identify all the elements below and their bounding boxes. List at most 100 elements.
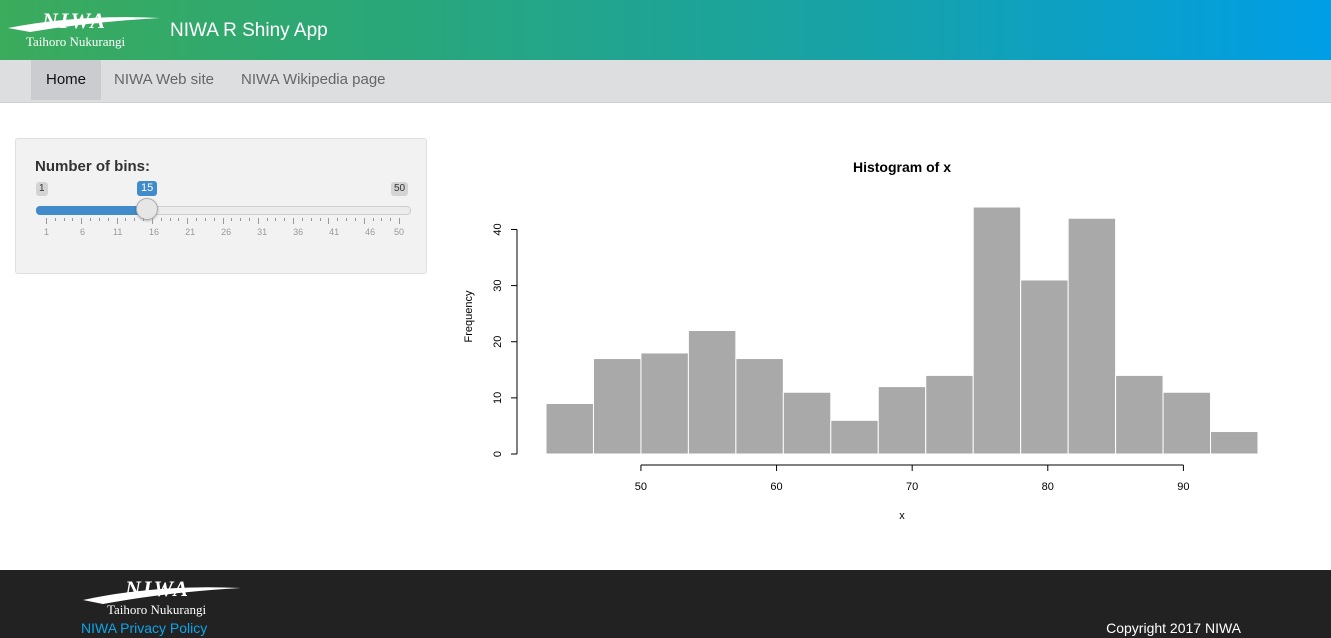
slider-minor-tick bbox=[301, 218, 303, 221]
slider-tick-label: 31 bbox=[257, 227, 268, 237]
slider-minor-tick bbox=[266, 218, 268, 221]
histogram-bar bbox=[735, 358, 784, 455]
slider-minor-tick bbox=[381, 218, 383, 221]
niwa-logo[interactable]: NIWA Taihoro Nukurangi bbox=[0, 0, 160, 60]
slider-minor-tick bbox=[90, 218, 92, 221]
slider-minor-tick bbox=[231, 218, 233, 221]
slider-tick-label: 46 bbox=[365, 227, 376, 237]
slider-minor-tick bbox=[257, 218, 259, 224]
slider-minor-tick bbox=[63, 218, 65, 221]
histogram-bar bbox=[1210, 431, 1259, 455]
footer: NIWA Taihoro Nukurangi NIWA Privacy Poli… bbox=[0, 570, 1331, 638]
footer-logo-text: NIWA bbox=[125, 576, 191, 601]
histogram-bar bbox=[877, 386, 927, 455]
x-tick-label: 60 bbox=[770, 481, 782, 493]
slider-minor-tick bbox=[204, 218, 206, 221]
slider-minor-tick bbox=[354, 218, 356, 221]
slider-min-label: 1 bbox=[36, 182, 48, 196]
histogram-plot: Histogram of x 50 60 70 80 90 x 0 10 20 30 40 Freque… bbox=[463, 159, 1259, 522]
histogram-bar bbox=[687, 330, 737, 455]
slider-minor-tick bbox=[248, 218, 250, 221]
slider-minor-tick bbox=[98, 218, 100, 221]
slider-minor-tick bbox=[328, 218, 330, 224]
slider-tick-label: 26 bbox=[221, 227, 232, 237]
slider-tick-label: 21 bbox=[185, 227, 196, 237]
slider-minor-tick bbox=[275, 218, 277, 221]
slider-minor-tick bbox=[196, 218, 198, 221]
slider-tick-label: 36 bbox=[293, 227, 304, 237]
slider-minor-tick bbox=[293, 218, 295, 224]
navbar: Home NIWA Web site NIWA Wikipedia page bbox=[0, 60, 1331, 103]
slider-value-label: 15 bbox=[137, 181, 158, 196]
slider-minor-tick bbox=[399, 218, 400, 224]
slider-minor-tick bbox=[222, 218, 224, 224]
histogram-bar bbox=[545, 402, 594, 455]
nav-niwa-web-site[interactable]: NIWA Web site bbox=[99, 60, 229, 100]
histogram-bar bbox=[972, 206, 1022, 455]
y-tick-label: 40 bbox=[492, 223, 504, 235]
slider-tick-label: 6 bbox=[80, 227, 86, 237]
slider-minor-tick bbox=[363, 218, 365, 224]
x-tick-label: 90 bbox=[1177, 481, 1189, 493]
histogram-bar bbox=[782, 391, 832, 455]
slider-minor-tick bbox=[213, 218, 215, 221]
slider-minor-tick bbox=[151, 218, 153, 224]
slider-minor-tick bbox=[160, 218, 162, 221]
x-axis-label: x bbox=[899, 510, 905, 522]
slider-tick-label: 41 bbox=[329, 227, 340, 237]
footer-logo-subtext: Taihoro Nukurangi bbox=[107, 602, 207, 617]
slider-minor-tick bbox=[284, 218, 286, 221]
slider-minor-tick bbox=[372, 218, 374, 221]
histogram-bar bbox=[640, 352, 689, 455]
slider-minor-tick bbox=[310, 218, 312, 221]
nav-home[interactable]: Home bbox=[31, 60, 102, 100]
logo-text: NIWA bbox=[42, 8, 108, 33]
slider-minor-tick bbox=[319, 218, 321, 221]
privacy-policy-link[interactable]: NIWA Privacy Policy bbox=[81, 620, 207, 636]
slider-minor-tick bbox=[125, 218, 127, 221]
x-tick-label: 80 bbox=[1042, 481, 1054, 493]
slider-minor-tick bbox=[390, 218, 392, 221]
sidebar-panel: Number of bins: 1 15 50 1 6 11 16 21 26 31 36 41… bbox=[15, 138, 427, 274]
slider-minor-tick bbox=[134, 218, 136, 221]
slider-minor-tick bbox=[54, 218, 56, 221]
slider-minor-tick bbox=[81, 218, 83, 224]
logo-subtext: Taihoro Nukurangi bbox=[26, 34, 126, 49]
slider-tick-label: 50 bbox=[394, 227, 405, 237]
slider-minor-tick bbox=[72, 218, 74, 221]
slider-minor-tick bbox=[169, 218, 171, 221]
slider-handle[interactable] bbox=[135, 198, 158, 220]
y-tick-label: 10 bbox=[492, 392, 504, 404]
histogram-bar bbox=[1115, 374, 1164, 455]
histogram-bar bbox=[925, 374, 974, 455]
chart-title: Histogram of x bbox=[853, 159, 951, 175]
slider-max-label: 50 bbox=[391, 182, 409, 196]
copyright-text: Copyright 2017 NIWA bbox=[1106, 620, 1241, 636]
nav-niwa-wikipedia-page[interactable]: NIWA Wikipedia page bbox=[226, 60, 401, 100]
histogram-bar bbox=[1162, 391, 1212, 455]
slider-minor-tick bbox=[107, 218, 109, 221]
app-header: NIWA Taihoro Nukurangi NIWA R Shiny App bbox=[0, 0, 1331, 60]
histogram-bar bbox=[1020, 279, 1069, 455]
bins-label: Number of bins: bbox=[35, 158, 150, 175]
slider-minor-tick bbox=[143, 218, 145, 221]
histogram-bar bbox=[592, 358, 642, 455]
y-tick-label: 0 bbox=[492, 451, 504, 457]
slider-minor-tick bbox=[346, 218, 348, 221]
slider-tick-label: 1 bbox=[44, 227, 50, 237]
slider-minor-tick bbox=[187, 218, 189, 224]
histogram-bar bbox=[1067, 217, 1117, 455]
y-axis-label: Frequency bbox=[463, 290, 475, 342]
slider-minor-tick bbox=[116, 218, 118, 224]
slider-minor-tick bbox=[337, 218, 339, 221]
y-tick-label: 20 bbox=[492, 336, 504, 348]
app-title: NIWA R Shiny App bbox=[170, 20, 328, 41]
y-tick-label: 30 bbox=[492, 279, 504, 291]
slider-minor-tick bbox=[46, 218, 47, 224]
slider-tick-label: 11 bbox=[113, 227, 123, 237]
slider-minor-tick bbox=[178, 218, 180, 221]
slider-minor-tick bbox=[240, 218, 242, 221]
slider-fill bbox=[36, 206, 147, 215]
histogram-bar bbox=[830, 419, 879, 455]
slider-tick-label: 16 bbox=[149, 227, 160, 237]
